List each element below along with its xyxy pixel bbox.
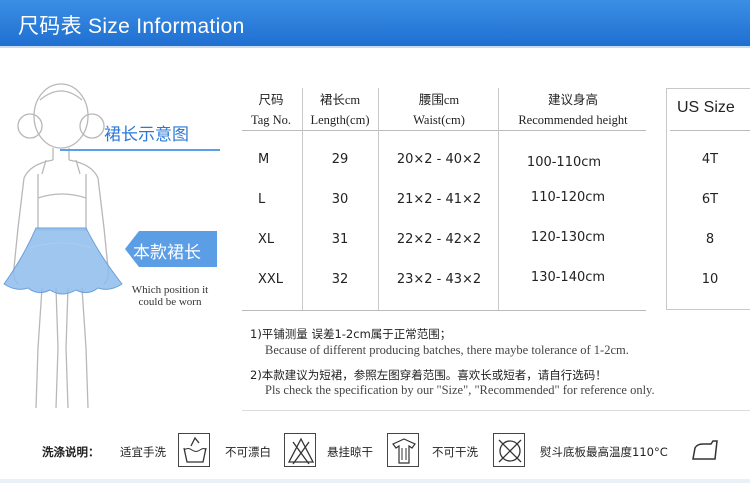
wash-text: 不可漂白 [225,445,271,459]
header-length-cn: 裙长cm [319,93,361,107]
header-height: 建议身高 Recommended height [500,90,646,130]
header-waist-en: Waist(cm) [413,113,465,127]
table-rule-bottom [242,310,646,311]
wash-text: 适宜手洗 [120,445,166,459]
row-waist: 20×2 - 40×2 [396,152,482,167]
table-divider [378,88,379,310]
bottom-bar [0,479,750,483]
us-size-rule [670,130,750,131]
row-length: 31 [331,232,349,247]
note-cn: 2)本款建议为短裙，参照左图穿着范围。喜欢长或短者，请自行选码！ [250,368,607,382]
header-tag: 尺码 Tag No. [244,90,298,130]
row-height: 110-120cm [530,190,606,205]
row-tag: XL [258,232,275,247]
hang-dry-icon [387,433,419,467]
iron-icon [689,433,721,467]
wash-text: 不可干洗 [432,445,478,459]
row-waist: 21×2 - 41×2 [396,192,482,207]
us-size-title: US Size [677,99,735,116]
us-size-value: 8 [705,232,715,247]
header-waist: 腰围cm Waist(cm) [382,90,496,130]
badge-label: 本款裙长 [133,243,201,263]
washing-label: 洗涤说明： [42,445,100,459]
note-en: Because of different producing batches, … [265,343,629,357]
row-length: 30 [331,192,349,207]
notes-separator [242,410,750,411]
header-bar: 尺码表 Size Information [0,0,750,48]
us-size-value: 10 [701,272,719,287]
wash-text: 悬挂晾干 [327,445,373,459]
header-height-en: Recommended height [518,113,628,127]
row-tag: L [258,192,266,207]
washing-instructions: 洗涤说明： 适宜手洗 不可漂白 悬挂晾干 不可干洗 熨斗底板最高温度110°C [0,428,750,472]
page-title: 尺码表 Size Information [18,15,245,38]
row-waist: 23×2 - 43×2 [396,272,482,287]
header-length: 裙长cm Length(cm) [306,90,374,130]
us-size-value: 6T [701,192,719,207]
note-cn: 1)平铺测量 误差1-2cm属于正常范围； [250,327,452,341]
us-size-value: 4T [701,152,719,167]
row-tag: XXL [258,272,284,287]
which-position-note: Which position it could be worn [131,284,209,308]
header-height-cn: 建议身高 [547,93,598,107]
header-waist-cn: 腰围cm [418,93,460,107]
row-length: 29 [331,152,349,167]
row-height: 120-130cm [530,230,606,245]
length-callout-line [60,149,220,151]
wash-text: 熨斗底板最高温度110°C [540,445,668,459]
no-bleach-icon [284,433,316,467]
note-en: Pls check the specification by our "Size… [265,383,655,397]
hand-wash-icon [178,433,210,467]
header-tag-en: Tag No. [250,113,292,127]
length-diagram-label: 裙长示意图 [104,125,189,145]
row-waist: 22×2 - 42×2 [396,232,482,247]
table-divider [302,88,303,310]
no-dry-clean-icon [493,433,525,467]
row-length: 32 [331,272,349,287]
row-tag: M [258,152,270,167]
row-height: 100-110cm [526,155,602,170]
row-height: 130-140cm [530,270,606,285]
header-length-en: Length(cm) [310,113,370,127]
table-divider [498,88,499,310]
header-tag-cn: 尺码 [258,93,284,107]
